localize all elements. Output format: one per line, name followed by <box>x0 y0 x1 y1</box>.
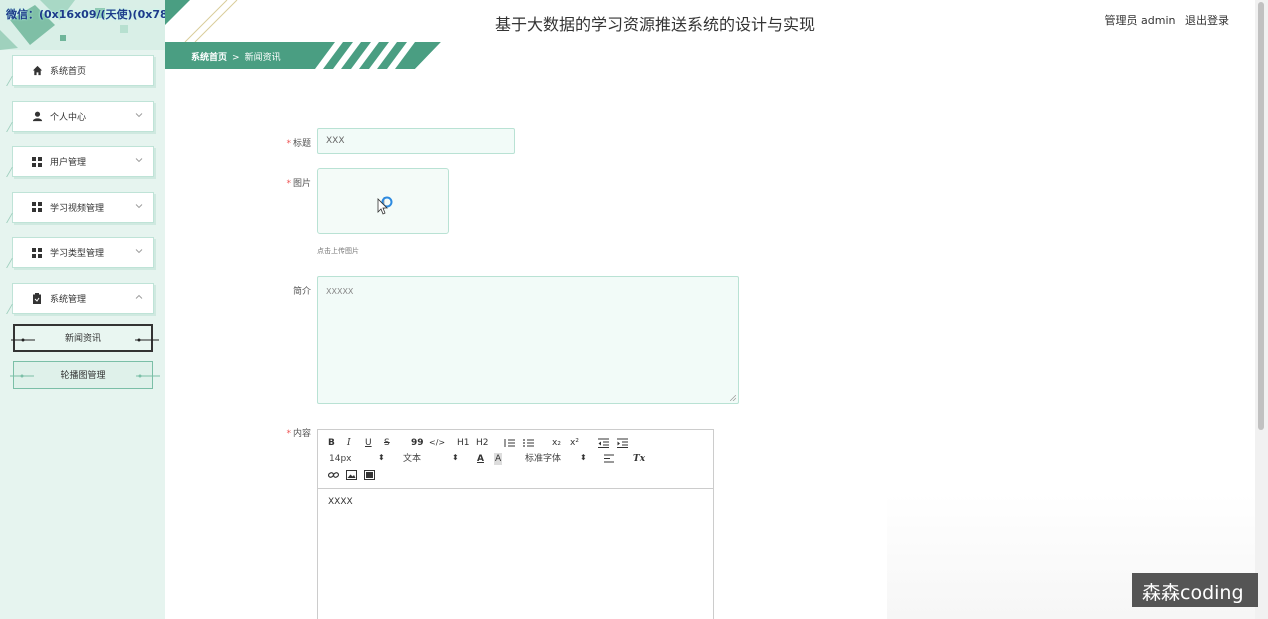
grid-icon <box>31 156 43 168</box>
scrollbar-thumb[interactable] <box>1258 2 1264 430</box>
ordered-list-icon[interactable] <box>504 438 515 448</box>
header2-button[interactable]: H2 <box>476 437 489 449</box>
sidebar-item-label: 用户管理 <box>50 158 87 168</box>
upload-hint: 点击上传图片 <box>317 247 359 255</box>
breadcrumb-text: 系统首页 > 新闻资讯 <box>191 50 281 63</box>
user-icon <box>31 110 43 122</box>
sidebar-item-profile[interactable]: 个人中心 <box>12 100 154 132</box>
superscript-button[interactable]: x² <box>570 437 579 449</box>
sidebar-subitem-label: 新闻资讯 <box>64 334 101 344</box>
home-icon <box>31 65 43 77</box>
sidebar-subitem-news[interactable]: 新闻资讯 <box>11 323 159 352</box>
bold-button[interactable]: B <box>328 437 335 449</box>
user-area: 管理员 admin 退出登录 <box>1105 12 1229 28</box>
intro-label-text: 简介 <box>292 287 311 297</box>
sidebar-menu: 系统首页 个人中心 用户管理 学习视频管理 学习类型管理 系统管理 新闻资讯 轮… <box>10 55 160 398</box>
sidebar-item-home[interactable]: 系统首页 <box>12 55 154 86</box>
select-arrow-icon: ⬍ <box>378 453 385 462</box>
rich-text-editor: B I U S 99 </> H1 H2 x₂ x² 14px ⬍ 文本 ⬍ A… <box>317 429 714 619</box>
resize-handle-icon[interactable] <box>730 395 736 401</box>
page-title: 基于大数据的学习资源推送系统的设计与实现 <box>494 15 815 34</box>
chevron-up-icon <box>135 294 143 299</box>
font-size-select[interactable]: 14px <box>329 453 352 465</box>
header: 基于大数据的学习资源推送系统的设计与实现 管理员 admin 退出登录 <box>165 0 1255 40</box>
mouse-cursor <box>377 196 393 215</box>
required-mark: * <box>286 429 291 439</box>
breadcrumb-home[interactable]: 系统首页 <box>191 53 227 63</box>
clear-format-button[interactable]: Tx <box>633 453 645 465</box>
sidebar-item-types[interactable]: 学习类型管理 <box>12 237 154 268</box>
sidebar: 微信：(0x16x09/(天使)(0x78) 系统首页 个人中心 用户管理 学习… <box>0 0 165 619</box>
title-input[interactable]: XXX <box>317 128 515 154</box>
outdent-icon[interactable] <box>598 438 609 448</box>
required-mark: * <box>286 179 291 189</box>
editor-toolbar: B I U S 99 </> H1 H2 x₂ x² 14px ⬍ 文本 ⬍ A… <box>318 430 713 489</box>
font-color-button[interactable]: A <box>477 453 484 465</box>
user-label: 管理员 admin <box>1104 14 1176 27</box>
breadcrumb: 系统首页 > 新闻资讯 <box>165 42 441 69</box>
editor-content[interactable]: XXXX <box>318 489 713 515</box>
clipboard-icon <box>31 292 43 304</box>
sidebar-item-users[interactable]: 用户管理 <box>12 146 154 177</box>
chevron-down-icon <box>135 249 143 254</box>
required-mark: * <box>286 139 291 149</box>
arrow-decoration <box>10 374 34 377</box>
select-arrow-icon: ⬍ <box>452 453 459 462</box>
link-icon[interactable] <box>328 470 339 480</box>
image-label: * 图片 <box>251 176 311 189</box>
align-icon[interactable] <box>604 454 614 463</box>
sidebar-subitem-carousel[interactable]: 轮播图管理 <box>10 360 160 389</box>
image-icon[interactable] <box>346 470 357 480</box>
title-label: * 标题 <box>251 136 311 149</box>
bullet-list-icon[interactable] <box>523 438 534 448</box>
sidebar-item-label: 系统管理 <box>50 294 87 305</box>
title-label-text: 标题 <box>292 139 311 149</box>
sidebar-subitem-label: 轮播图管理 <box>60 371 106 381</box>
underline-button[interactable]: U <box>365 437 372 449</box>
subscript-button[interactable]: x₂ <box>552 437 561 449</box>
breadcrumb-current: 新闻资讯 <box>244 53 281 63</box>
blockquote-button[interactable]: 99 <box>411 437 424 449</box>
video-icon[interactable] <box>364 470 375 480</box>
sidebar-item-label: 系统首页 <box>50 67 87 77</box>
arrow-decoration <box>11 338 35 341</box>
arrow-decoration <box>135 338 159 341</box>
content-label: * 内容 <box>251 426 311 439</box>
intro-value: XXXXX <box>326 287 354 296</box>
indent-icon[interactable] <box>617 438 628 448</box>
intro-label: 简介 <box>251 284 311 297</box>
sidebar-item-videos[interactable]: 学习视频管理 <box>12 191 154 223</box>
chevron-down-icon <box>135 203 143 208</box>
strike-button[interactable]: S <box>384 437 390 449</box>
sidebar-item-label: 个人中心 <box>50 112 87 123</box>
watermark: 森森coding <box>1132 573 1258 607</box>
arrow-decoration <box>136 374 160 377</box>
image-label-text: 图片 <box>292 179 311 189</box>
sidebar-item-label: 学习类型管理 <box>50 249 105 259</box>
logout-link[interactable]: 退出登录 <box>1185 14 1229 27</box>
sidebar-item-system[interactable]: 系统管理 <box>12 282 154 314</box>
font-family-select[interactable]: 标准字体 <box>525 453 561 465</box>
grid-icon <box>31 247 43 259</box>
select-arrow-icon: ⬍ <box>580 453 587 462</box>
page-scrollbar[interactable] <box>1255 0 1268 619</box>
header1-button[interactable]: H1 <box>457 437 470 449</box>
header-select[interactable]: 文本 <box>403 453 421 465</box>
recording-timer: 微信：(0x16x09/(天使)(0x78) <box>6 8 165 21</box>
chevron-down-icon <box>135 112 143 117</box>
intro-textarea[interactable]: XXXXX <box>317 276 739 404</box>
background-color-button[interactable]: A <box>494 453 503 465</box>
breadcrumb-separator: > <box>232 53 240 63</box>
code-block-button[interactable]: </> <box>429 437 445 449</box>
content-label-text: 内容 <box>292 429 311 439</box>
sidebar-item-label: 学习视频管理 <box>50 203 105 214</box>
chevron-down-icon <box>135 158 143 163</box>
grid-icon <box>31 201 43 213</box>
italic-button[interactable]: I <box>347 437 351 449</box>
